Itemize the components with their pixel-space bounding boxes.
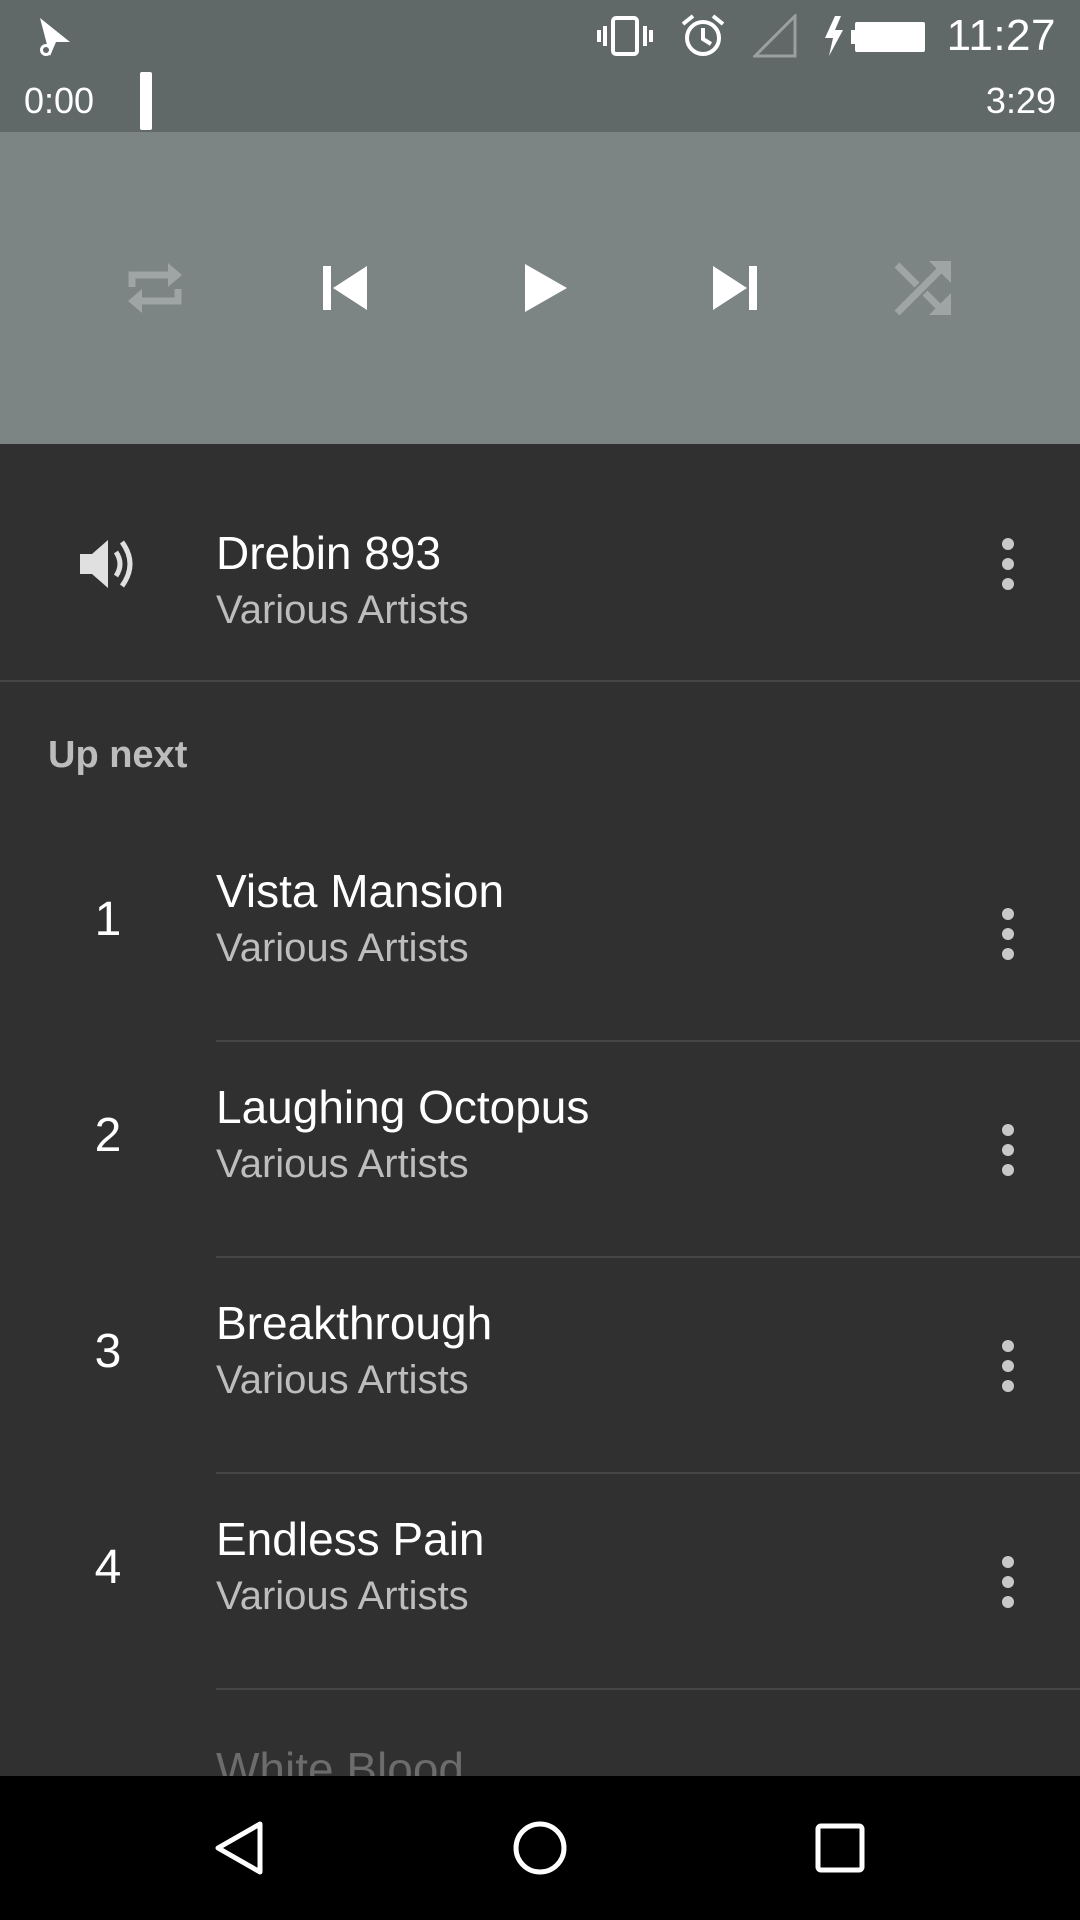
more-dot: [1002, 1596, 1014, 1608]
more-dot: [1002, 1360, 1014, 1372]
shuffle-button[interactable]: [868, 232, 980, 344]
queue-item-title: Vista Mansion: [216, 865, 505, 917]
more-dot: [1002, 1144, 1014, 1156]
queue-item-more-button[interactable]: [980, 1542, 1036, 1622]
queue-item[interactable]: 4 Endless Pain Various Artists: [0, 1474, 1080, 1690]
more-dot: [1002, 1556, 1014, 1568]
more-dot: [1002, 948, 1014, 960]
status-bar: 11:27 0:00 3:29: [0, 0, 1080, 132]
status-clock: 11:27: [946, 11, 1056, 60]
queue-item-more-button[interactable]: [980, 1326, 1036, 1406]
more-dot: [1002, 558, 1014, 570]
alarm-icon: [681, 14, 724, 56]
back-icon: [215, 1821, 263, 1875]
now-playing-more-button[interactable]: [980, 524, 1036, 604]
status-icons: 11:27: [569, 11, 1056, 60]
queue-item-more-button[interactable]: [980, 1110, 1036, 1190]
repeat-button[interactable]: [99, 232, 211, 344]
play-icon: [525, 264, 567, 312]
volume-icon: [80, 540, 133, 588]
shuffle-icon: [894, 261, 951, 316]
queue-item-title: Endless Pain: [216, 1513, 485, 1565]
battery-charging-icon: [824, 16, 925, 56]
back-button[interactable]: [190, 1798, 290, 1898]
seek-bar-thumb[interactable]: [140, 72, 152, 130]
queue-index: 3: [94, 1325, 122, 1378]
music-notification-icon: [40, 18, 70, 56]
more-dot: [1002, 1340, 1014, 1352]
home-button[interactable]: [490, 1798, 590, 1898]
elapsed-time: 0:00: [24, 80, 95, 121]
navigation-bar: [0, 1776, 1080, 1920]
no-signal-icon: [752, 14, 797, 58]
total-time: 3:29: [985, 80, 1056, 121]
next-button[interactable]: [677, 232, 789, 344]
previous-button[interactable]: [291, 232, 403, 344]
vibrate-icon: [596, 16, 653, 56]
more-dot: [1002, 1124, 1014, 1136]
queue-item-artist: Various Artists: [216, 1358, 469, 1402]
queue-item[interactable]: 2 Laughing Octopus Various Artists: [0, 1042, 1080, 1258]
queue-item-more-button[interactable]: [980, 894, 1036, 974]
playback-controls: [0, 132, 1080, 444]
skip-next-icon: [713, 266, 757, 310]
queue-item[interactable]: 1 Vista Mansion Various Artists: [0, 826, 1080, 1042]
more-dot: [1002, 928, 1014, 940]
recents-button[interactable]: [790, 1798, 890, 1898]
more-dot: [1002, 538, 1014, 550]
queue-item-artist: Various Artists: [216, 1142, 469, 1186]
recents-icon: [815, 1823, 865, 1873]
divider: [216, 1688, 1080, 1690]
status-row: 11:27: [0, 0, 1080, 72]
queue-item-title: Laughing Octopus: [216, 1081, 590, 1133]
more-dot: [1002, 1164, 1014, 1176]
queue-item[interactable]: 3 Breakthrough Various Artists: [0, 1258, 1080, 1474]
queue-item-artist: Various Artists: [216, 1574, 469, 1618]
queue-item-title: Breakthrough: [216, 1297, 493, 1349]
play-button[interactable]: [487, 232, 599, 344]
now-playing-title: Drebin 893: [216, 527, 442, 579]
more-dot: [1002, 578, 1014, 590]
more-dot: [1002, 1576, 1014, 1588]
queue-item-artist: Various Artists: [216, 926, 469, 970]
skip-previous-icon: [323, 266, 367, 310]
repeat-icon: [128, 263, 182, 313]
up-next-header: Up next: [48, 734, 188, 776]
queue-index: 2: [94, 1109, 122, 1162]
home-icon: [513, 1821, 567, 1875]
now-playing-artist: Various Artists: [216, 588, 469, 632]
queue-index: 1: [94, 893, 122, 946]
queue-index: 4: [94, 1541, 122, 1594]
more-dot: [1002, 908, 1014, 920]
more-dot: [1002, 1380, 1014, 1392]
now-playing-row[interactable]: Drebin 893 Various Artists: [0, 444, 1080, 682]
